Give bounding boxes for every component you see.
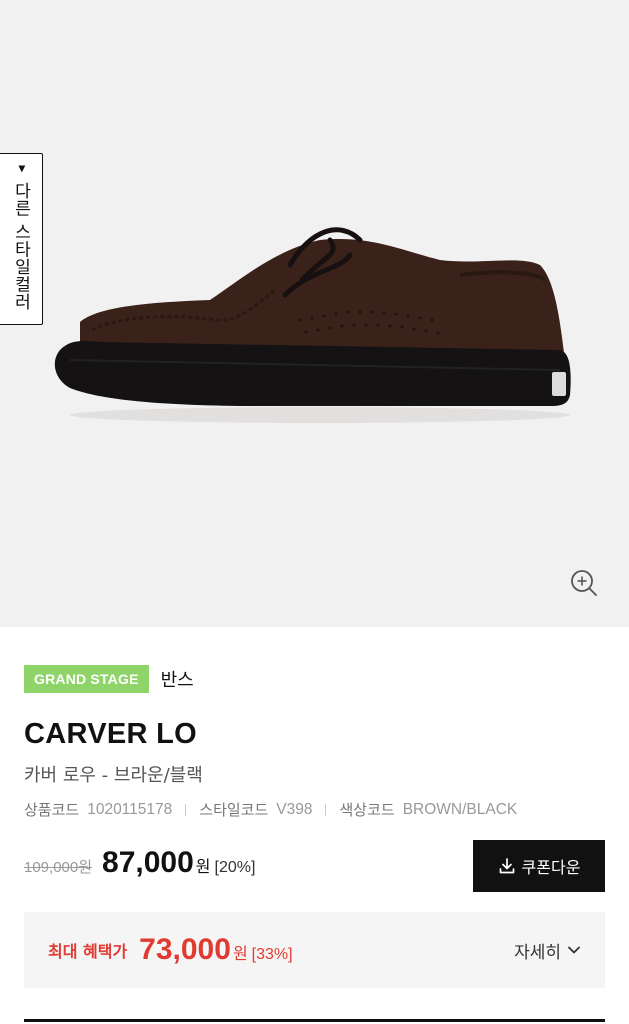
coupon-button-label: 쿠폰다운 [521,860,581,877]
product-title: CARVER LO [24,718,197,750]
product-meta: 상품코드 1020115178 스타일코드 V398 색상코드 BROWN/BL… [24,799,517,820]
section-divider [24,1019,605,1022]
benefit-price: 73,000 [139,933,231,966]
other-style-color-tab[interactable]: ▶ 다른 스타일컬러 [0,153,43,325]
style-code-value: V398 [276,800,313,818]
sale-price: 87,000 [102,846,194,879]
product-code-value: 1020115178 [87,800,173,818]
divider [325,803,327,816]
benefit-currency: 원 [232,944,248,963]
sale-currency: 원 [195,857,211,876]
detail-label: 자세히 [514,942,561,963]
product-code-label: 상품코드 [24,801,80,819]
benefit-label: 최대 혜택가 [48,942,128,961]
max-benefit-box: 최대 혜택가 73,000 원 [33%] 자세히 [24,912,605,988]
style-code-label: 스타일코드 [199,801,269,819]
brand-name[interactable]: 반스 [161,666,194,692]
original-price: 109,000원 [24,859,93,876]
benefit-discount: [33%] [251,946,293,963]
badge-row: GRAND STAGE 반스 [24,665,194,693]
style-tab-label: 다른 스타일컬러 [10,182,31,311]
chevron-down-icon [568,946,580,954]
download-icon [499,858,514,874]
product-image[interactable] [40,210,580,430]
product-image-area[interactable] [0,0,629,627]
coupon-download-button[interactable]: 쿠폰다운 [473,840,605,892]
color-code-label: 색상코드 [339,801,395,819]
price-row: 109,000원 87,000 원 [20%] [24,846,255,880]
store-badge: GRAND STAGE [24,665,149,693]
zoom-in-icon[interactable] [569,568,599,598]
triangle-right-icon: ▶ [15,165,26,173]
color-code-value: BROWN/BLACK [402,800,518,818]
benefit-detail-toggle[interactable]: 자세히 [514,938,581,963]
discount-rate: [20%] [214,859,256,876]
product-subtitle: 카버 로우 - 브라운/블랙 [24,765,203,786]
divider [185,803,187,816]
